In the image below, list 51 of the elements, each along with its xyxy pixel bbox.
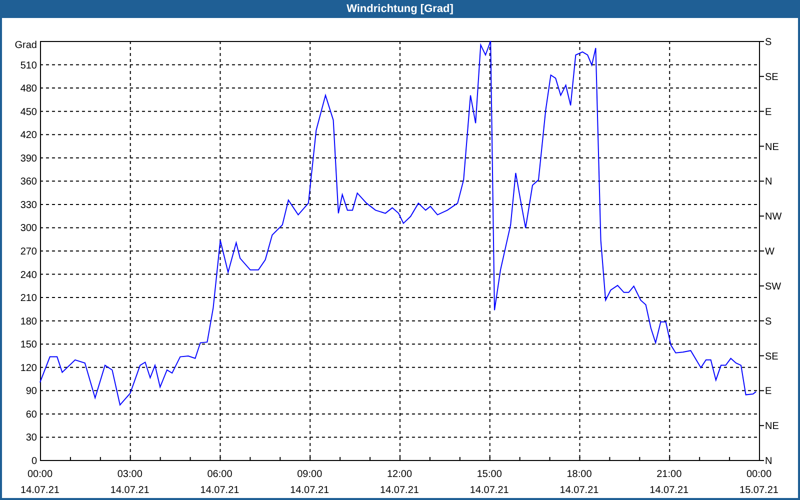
compass-label: SE bbox=[765, 351, 778, 362]
y-tick-label: 60 bbox=[26, 409, 37, 420]
compass-label: NW bbox=[765, 212, 782, 223]
y-tick-label: 210 bbox=[20, 293, 37, 304]
y-tick-label: 180 bbox=[20, 316, 37, 328]
date-label: 14.07.21 bbox=[110, 485, 150, 496]
x-tick-label: 21:00 bbox=[656, 469, 682, 480]
y-tick-label: 510 bbox=[20, 60, 37, 72]
x-tick-label: 15:00 bbox=[476, 469, 502, 480]
y-tick-label: 450 bbox=[20, 106, 37, 118]
date-label: 14.07.21 bbox=[380, 485, 419, 496]
y-tick-label: 330 bbox=[20, 200, 37, 211]
compass-label: SW bbox=[765, 281, 782, 292]
x-tick-label: 00:00 bbox=[27, 469, 53, 480]
window-title: Windrichtung [Grad] bbox=[346, 3, 454, 15]
y-tick-label: 30 bbox=[26, 432, 37, 444]
date-label: 14.07.21 bbox=[470, 485, 509, 496]
y-tick-label: 90 bbox=[26, 386, 37, 398]
compass-label: S bbox=[765, 316, 772, 328]
compass-label: NE bbox=[765, 421, 779, 432]
date-label: 14.07.21 bbox=[560, 485, 599, 496]
y-tick-label: 240 bbox=[20, 270, 37, 281]
x-tick-label: 03:00 bbox=[117, 469, 142, 480]
compass-label: E bbox=[765, 386, 772, 398]
compass-label: SE bbox=[765, 72, 778, 83]
x-tick-label: 18:00 bbox=[566, 469, 592, 480]
compass-label: S bbox=[765, 37, 772, 48]
date-label: 14.07.21 bbox=[20, 485, 60, 496]
date-label: 14.07.21 bbox=[200, 485, 240, 496]
y-axis-title: Grad bbox=[14, 40, 37, 51]
y-tick-label: 300 bbox=[20, 223, 37, 234]
y-tick-label: 150 bbox=[20, 340, 37, 351]
compass-label: N bbox=[765, 176, 772, 188]
x-tick-label: 09:00 bbox=[297, 469, 322, 480]
x-tick-label: 06:00 bbox=[207, 469, 232, 480]
compass-label: E bbox=[765, 106, 772, 118]
y-tick-label: 480 bbox=[20, 84, 37, 95]
date-label: 15.07.21 bbox=[740, 485, 778, 496]
x-tick-label: 00:00 bbox=[746, 469, 772, 480]
date-label: 14.07.21 bbox=[650, 485, 689, 496]
compass-label: N bbox=[765, 456, 772, 467]
y-tick-label: 360 bbox=[20, 176, 37, 188]
y-tick-label: 120 bbox=[20, 362, 37, 374]
compass-label: NE bbox=[765, 142, 779, 153]
y-tick-label: 0 bbox=[31, 456, 37, 467]
compass-label: W bbox=[765, 246, 774, 258]
date-label: 14.07.21 bbox=[290, 485, 330, 496]
x-tick-label: 12:00 bbox=[386, 469, 412, 480]
y-tick-label: 390 bbox=[20, 153, 37, 164]
y-tick-label: 420 bbox=[20, 130, 37, 142]
y-tick-label: 270 bbox=[20, 246, 37, 258]
